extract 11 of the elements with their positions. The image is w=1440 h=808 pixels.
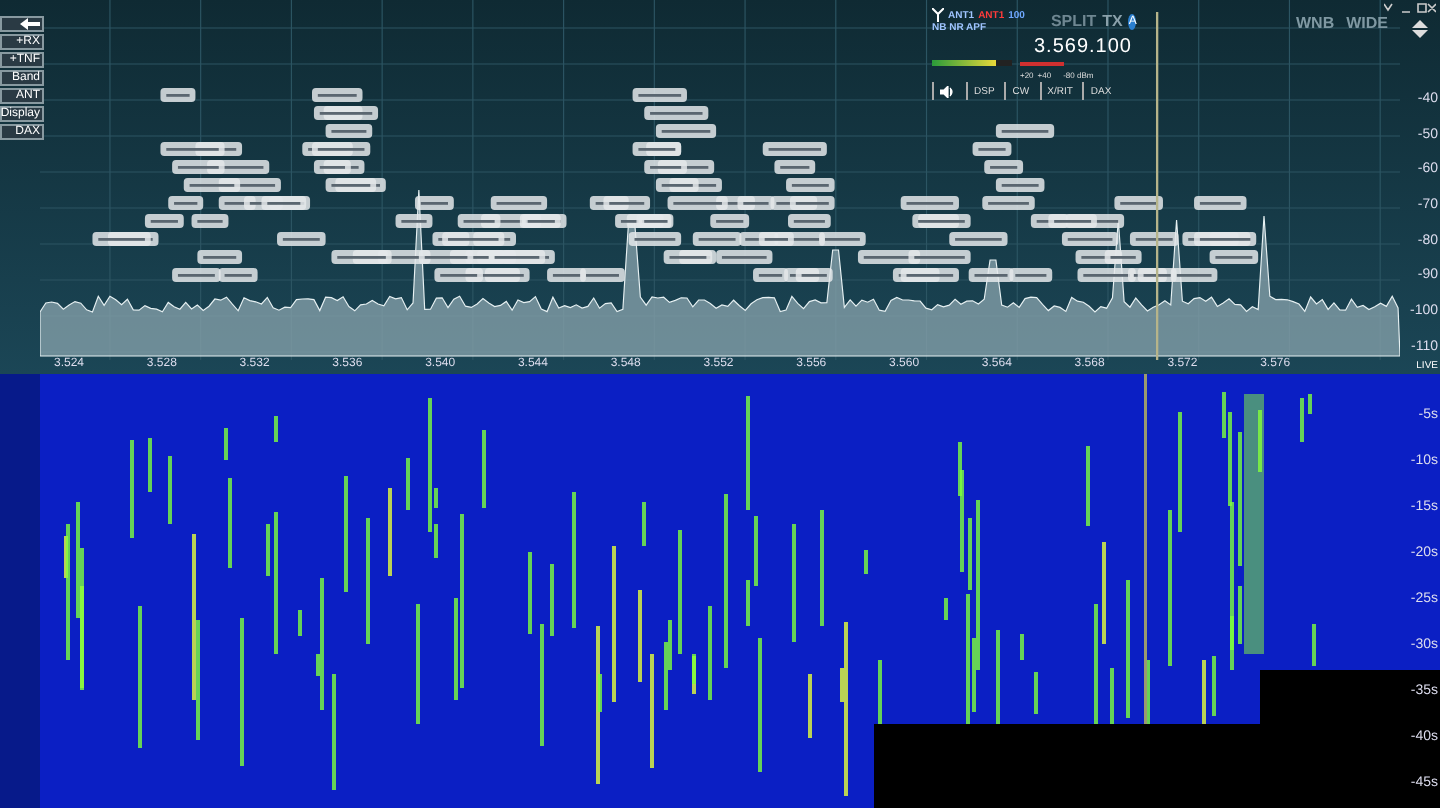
antenna-icon [932,8,944,22]
tx-label[interactable]: TX [1102,12,1123,30]
panadapter-button[interactable]: WNB [1296,14,1335,32]
panadapter-button[interactable]: WIDE [1346,14,1388,32]
frequency-display[interactable]: 3.569.100 [1034,36,1132,58]
collapse-button[interactable] [0,16,44,32]
window-controls-icon[interactable] [1384,2,1436,14]
split-label[interactable]: SPLIT [1050,12,1097,30]
scale-arrows-icon[interactable] [1412,20,1428,38]
speaker-icon [940,85,956,97]
arrow-left-icon [20,18,40,30]
